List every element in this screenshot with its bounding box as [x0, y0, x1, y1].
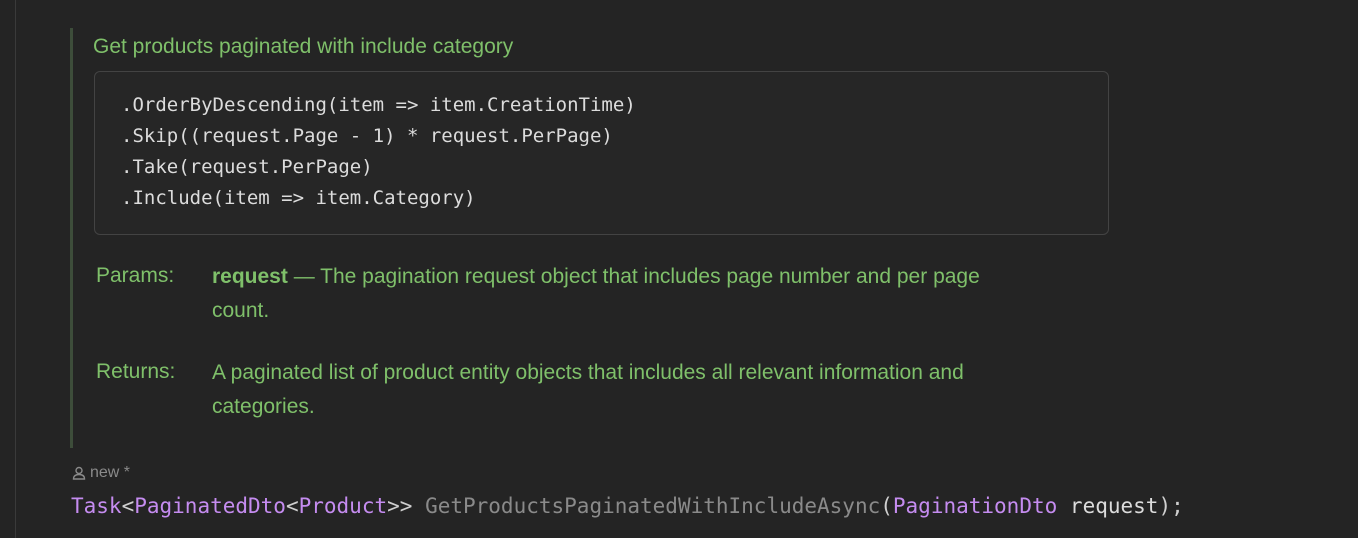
code-line: .Skip((request.Page - 1) * request.PerPa…	[121, 125, 613, 147]
doc-code-block: .OrderByDescending(item => item.Creation…	[94, 71, 1109, 235]
param-name: request	[212, 265, 288, 288]
returns-description: A paginated list of product entity objec…	[212, 356, 1072, 424]
code-line: .Include(item => item.Category)	[121, 187, 476, 209]
method-name[interactable]: GetProductsPaginatedWithIncludeAsync	[425, 494, 880, 518]
code-line: .OrderByDescending(item => item.Creation…	[121, 94, 636, 116]
return-type-task[interactable]: Task	[71, 494, 122, 518]
returns-line2: categories.	[212, 395, 315, 418]
author-inlay-hint[interactable]: new *	[72, 464, 130, 482]
generic-open: <	[285, 494, 299, 518]
generic-close: >>	[387, 494, 413, 518]
returns-label: Returns:	[96, 360, 176, 383]
paren-close: );	[1158, 494, 1184, 518]
user-icon	[72, 466, 86, 480]
return-type-paginated-dto[interactable]: PaginatedDto	[134, 494, 286, 518]
paren-open: (	[880, 494, 893, 518]
param-desc-line2: count.	[212, 299, 270, 322]
author-label: new *	[90, 464, 131, 481]
returns-line1: A paginated list of product entity objec…	[212, 361, 964, 384]
param-identifier[interactable]: request	[1070, 494, 1159, 518]
params-description: request — The pagination request object …	[212, 260, 1072, 328]
code-line: .Take(request.PerPage)	[121, 156, 373, 178]
doc-comment-bar	[70, 28, 73, 448]
method-signature[interactable]: Task<PaginatedDto<Product>> GetProductsP…	[71, 494, 1184, 518]
doc-summary-title: Get products paginated with include cate…	[93, 35, 514, 58]
param-desc-line1: — The pagination request object that inc…	[287, 265, 980, 288]
params-label: Params:	[96, 264, 175, 287]
param-type[interactable]: PaginationDto	[893, 494, 1057, 518]
generic-open: <	[121, 494, 135, 518]
return-type-product[interactable]: Product	[299, 494, 388, 518]
editor-gutter-line	[15, 0, 16, 538]
